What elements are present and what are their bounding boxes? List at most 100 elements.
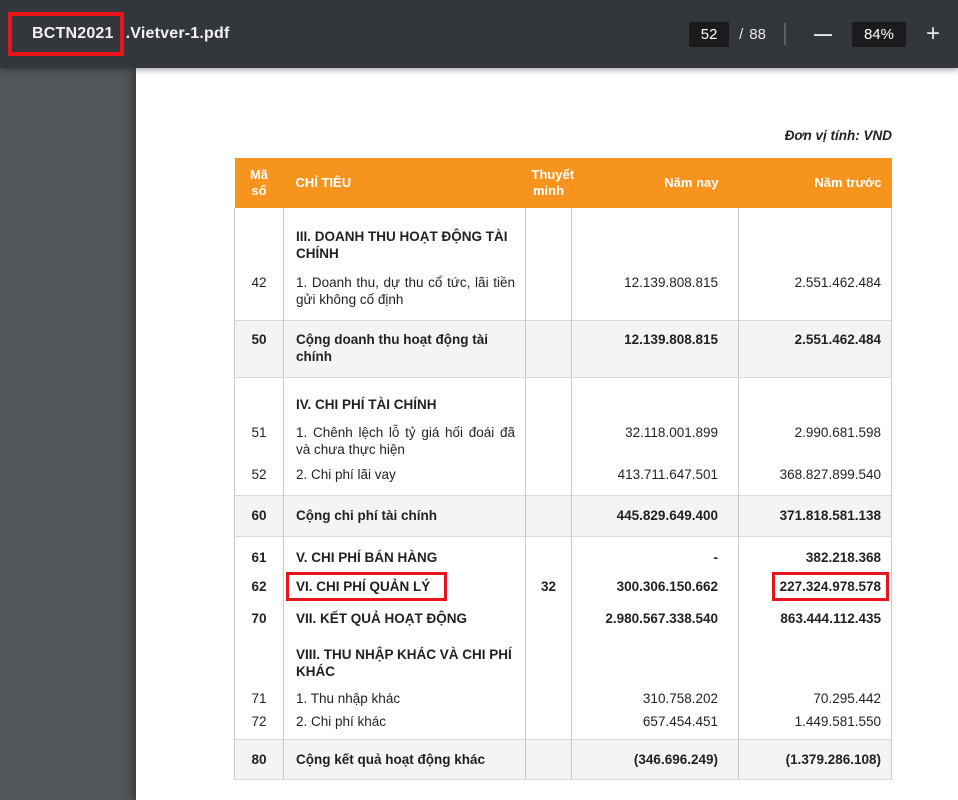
- cell-chi-tieu: 1. Doanh thu, dự thu cổ tức, lãi tiền gử…: [283, 270, 526, 321]
- financial-table: Mã số CHỈ TIÊU Thuyết minh Năm nay Năm t…: [234, 158, 892, 780]
- cell-nam-nay: (346.696.249): [571, 739, 739, 780]
- cell-ma-so: 61: [234, 536, 284, 571]
- highlighted-label: VI. CHI PHÍ QUẢN LÝ: [296, 579, 431, 594]
- cell-thuyet-minh: [525, 633, 572, 684]
- cell-chi-tieu: Cộng doanh thu hoạt động tài chính: [283, 320, 526, 378]
- cell-nam-nay: 2.980.567.338.540: [571, 602, 739, 633]
- cell-thuyet-minh: [525, 377, 572, 417]
- cell-ma-so: 60: [234, 495, 284, 537]
- cell-ma-so: [234, 633, 284, 684]
- cell-chi-tieu: VII. KẾT QUẢ HOẠT ĐỘNG: [283, 602, 526, 633]
- cell-nam-truoc: 70.295.442: [738, 684, 892, 710]
- cell-nam-nay: 310.758.202: [571, 684, 739, 710]
- zoom-out-button[interactable]: —: [808, 22, 838, 46]
- table-row: 52 2. Chi phí lãi vay 413.711.647.501 36…: [234, 460, 892, 496]
- cell-nam-truoc: [738, 377, 892, 417]
- red-annotation-box: VI. CHI PHÍ QUẢN LÝ: [286, 572, 448, 601]
- cell-thuyet-minh: [525, 684, 572, 710]
- toolbar-controls: 52 / 88 — 84% +: [689, 21, 946, 47]
- cell-nam-nay: [571, 208, 739, 270]
- unit-note: Đơn vị tính: VND: [784, 128, 892, 143]
- cell-thuyet-minh: [525, 208, 572, 270]
- table-row: 61 V. CHI PHÍ BÁN HÀNG - 382.218.368: [234, 536, 892, 571]
- table-row: 72 2. Chi phí khác 657.454.451 1.449.581…: [234, 710, 892, 740]
- cell-thuyet-minh: [525, 710, 572, 740]
- financial-table-container: Mã số CHỈ TIÊU Thuyết minh Năm nay Năm t…: [234, 158, 892, 780]
- highlighted-value: 227.324.978.578: [779, 579, 881, 594]
- zoom-in-button[interactable]: +: [920, 22, 946, 46]
- table-row: 70 VII. KẾT QUẢ HOẠT ĐỘNG 2.980.567.338.…: [234, 602, 892, 633]
- cell-nam-truoc: 2.551.462.484: [738, 270, 892, 321]
- page-total: 88: [749, 25, 766, 43]
- cell-thuyet-minh: [525, 460, 572, 496]
- title-red-annotation-box: BCTN2021: [8, 12, 124, 56]
- cell-nam-truoc: [738, 633, 892, 684]
- cell-ma-so: 80: [234, 739, 284, 780]
- cell-thuyet-minh: [525, 536, 572, 571]
- cell-nam-nay: 12.139.808.815: [571, 320, 739, 378]
- cell-chi-tieu: 1. Thu nhập khác: [283, 684, 526, 710]
- cell-nam-truoc: 2.551.462.484: [738, 320, 892, 378]
- cell-nam-nay: 413.711.647.501: [571, 460, 739, 496]
- cell-chi-tieu: VIII. THU NHẬP KHÁC VÀ CHI PHÍ KHÁC: [283, 633, 526, 684]
- pdf-toolbar: BCTN2021 .Vietver-1.pdf 52 / 88 — 84% +: [0, 0, 958, 68]
- cell-nam-nay: -: [571, 536, 739, 571]
- header-ma-so: Mã số: [234, 158, 284, 208]
- cell-nam-truoc: (1.379.286.108): [738, 739, 892, 780]
- page-number-input[interactable]: 52: [689, 21, 730, 47]
- cell-nam-nay: [571, 377, 739, 417]
- cell-nam-truoc: 1.449.581.550: [738, 710, 892, 740]
- cell-ma-so: 72: [234, 710, 284, 740]
- cell-nam-nay: [571, 633, 739, 684]
- cell-thuyet-minh: [525, 417, 572, 460]
- cell-nam-truoc: 382.218.368: [738, 536, 892, 571]
- cell-ma-so: [234, 208, 284, 270]
- pdf-page: Đơn vị tính: VND Mã số CHỈ TIÊU Thuyết m…: [136, 68, 958, 800]
- cell-nam-nay: 32.118.001.899: [571, 417, 739, 460]
- cell-nam-nay: 445.829.649.400: [571, 495, 739, 537]
- document-title: BCTN2021 .Vietver-1.pdf: [8, 12, 230, 56]
- cell-chi-tieu: V. CHI PHÍ BÁN HÀNG: [283, 536, 526, 571]
- cell-thuyet-minh: [525, 602, 572, 633]
- table-header-row: Mã số CHỈ TIÊU Thuyết minh Năm nay Năm t…: [234, 158, 892, 208]
- cell-chi-tieu: III. DOANH THU HOẠT ĐỘNG TÀI CHÍNH: [283, 208, 526, 270]
- cell-nam-truoc: [738, 208, 892, 270]
- header-chi-tieu: CHỈ TIÊU: [283, 158, 526, 208]
- cell-thuyet-minh: 32: [525, 571, 572, 602]
- cell-ma-so: 42: [234, 270, 284, 321]
- cell-nam-truoc: 368.827.899.540: [738, 460, 892, 496]
- cell-thuyet-minh: [525, 270, 572, 321]
- header-nam-nay: Năm nay: [571, 158, 739, 208]
- document-title-highlight: BCTN2021: [32, 25, 114, 42]
- table-row: VIII. THU NHẬP KHÁC VÀ CHI PHÍ KHÁC: [234, 633, 892, 684]
- table-row: 71 1. Thu nhập khác 310.758.202 70.295.4…: [234, 684, 892, 710]
- cell-chi-tieu: VI. CHI PHÍ QUẢN LÝ: [283, 571, 526, 602]
- cell-ma-so: 52: [234, 460, 284, 496]
- header-thuyet-minh: Thuyết minh: [525, 158, 574, 208]
- page-separator: /: [739, 25, 744, 43]
- toolbar-divider: [783, 23, 786, 45]
- cell-ma-so: 50: [234, 320, 284, 378]
- table-row: IV. CHI PHÍ TÀI CHÍNH: [234, 377, 892, 417]
- table-row: 51 1. Chênh lệch lỗ tỷ giá hối đoái đã v…: [234, 417, 892, 460]
- cell-chi-tieu: Cộng kết quả hoạt động khác: [283, 739, 526, 780]
- cell-ma-so: 51: [234, 417, 284, 460]
- red-annotation-box: 227.324.978.578: [771, 572, 889, 601]
- cell-ma-so: 70: [234, 602, 284, 633]
- cell-chi-tieu: 1. Chênh lệch lỗ tỷ giá hối đoái đã và c…: [283, 417, 526, 460]
- cell-chi-tieu: 2. Chi phí khác: [283, 710, 526, 740]
- pdf-viewer-area[interactable]: Đơn vị tính: VND Mã số CHỈ TIÊU Thuyết m…: [0, 68, 958, 800]
- header-nam-truoc: Năm trước: [738, 158, 892, 208]
- table-row-subtotal: 50 Cộng doanh thu hoạt động tài chính 12…: [234, 320, 892, 378]
- cell-ma-so: 62: [234, 571, 284, 602]
- cell-chi-tieu: 2. Chi phí lãi vay: [283, 460, 526, 496]
- table-row-subtotal: 60 Cộng chi phí tài chính 445.829.649.40…: [234, 495, 892, 537]
- zoom-level-indicator[interactable]: 84%: [851, 21, 906, 47]
- cell-ma-so: 71: [234, 684, 284, 710]
- cell-nam-nay: 657.454.451: [571, 710, 739, 740]
- cell-nam-nay: 12.139.808.815: [571, 270, 739, 321]
- cell-nam-nay: 300.306.150.662: [571, 571, 739, 602]
- cell-nam-truoc: 2.990.681.598: [738, 417, 892, 460]
- table-row-subtotal: 80 Cộng kết quả hoạt động khác (346.696.…: [234, 739, 892, 780]
- cell-chi-tieu: Cộng chi phí tài chính: [283, 495, 526, 537]
